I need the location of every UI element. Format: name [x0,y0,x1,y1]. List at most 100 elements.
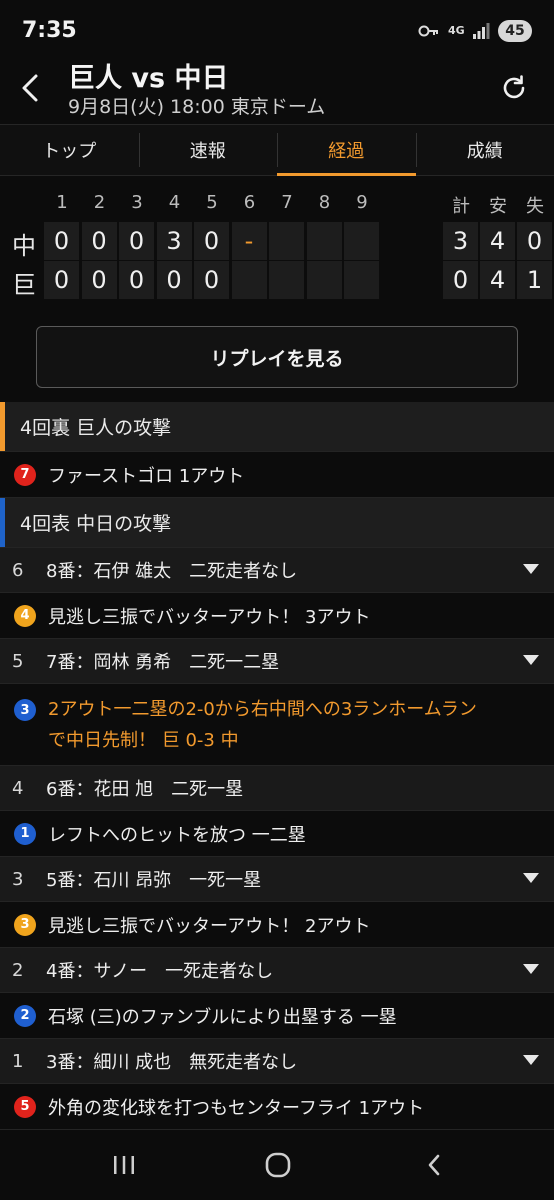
batter-row: 4 6番：花田 旭 二死一塁 [0,766,554,811]
at-bat-number: 4 [12,777,24,799]
back-icon [428,1154,440,1176]
inning-score: 0 [119,261,154,299]
event-text: ファーストゴロ 1アウト [48,465,245,487]
signal-icon [473,23,490,39]
total-score: 0 [517,222,552,260]
pitch-count-badge: 5 [14,1095,36,1118]
tab-stats[interactable]: 成績 [415,125,554,175]
inning-header: 3 [131,192,143,213]
recent-apps-icon [114,1156,134,1174]
at-bat-number: 5 [12,650,24,672]
home-button[interactable] [258,1148,298,1182]
game-info: 9月8日(火) 18:00 東京ドーム [68,96,326,118]
at-bat-number: 6 [12,559,24,581]
total-score: 0 [443,261,478,299]
vpn-key-icon [418,25,438,37]
home-run-event: 3 2アウト一二塁の2-0から右中間への3ランホームラン で中日先制！ 巨 0-3 … [0,684,554,766]
play-event: 7 ファーストゴロ 1アウト [0,452,554,498]
replay-button[interactable]: リプレイを見る [36,326,518,388]
total-score: 4 [480,222,515,260]
inning-header: 1 [56,192,68,213]
inning-score [231,261,267,299]
section-title: 4回裏 巨人の攻撃 [20,417,172,439]
total-score: 4 [480,261,515,299]
inning-header: 9 [356,192,368,213]
inning-score: 3 [156,222,192,260]
batter-label: 8番：石伊 雄太 二死走者なし [46,561,298,582]
totals-header: 計 [452,196,470,217]
batter-row[interactable]: 2 4番：サノー 一死走者なし [0,948,554,993]
at-bat-number: 1 [12,1050,24,1072]
inning-score: 0 [44,261,79,299]
team-color-bar [0,402,5,451]
inning-score [344,261,379,299]
event-text: 2アウト一二塁の2-0から右中間への3ランホームラン で中日先制！ 巨 0-3 中 [48,694,477,756]
tab-bar: トップ 速報 経過 成績 [0,124,554,176]
pitch-count-badge: 3 [14,913,36,936]
inning-section-header: 4回表 中日の攻撃 [0,498,554,548]
event-text: レフトへのヒットを放つ 一二塁 [48,824,306,846]
back-button[interactable] [14,70,46,106]
inning-score: 0 [194,261,229,299]
totals-header: 失 [526,196,544,217]
inning-score: 0 [194,222,229,260]
batter-row[interactable]: 1 3番：細川 成也 無死走者なし [0,1039,554,1084]
battery-indicator: 45 [498,20,532,42]
batter-label: 7番：岡林 勇希 二死一二塁 [46,652,280,673]
scoreboard: 123456789計安失中00030-340巨00000041 [0,186,554,304]
refresh-icon[interactable] [500,74,528,102]
inning-header: 6 [243,192,256,213]
triangle-down-icon[interactable] [522,871,540,885]
inning-score: 0 [44,222,79,260]
inning-score: - [231,222,267,260]
total-score: 3 [443,222,478,260]
triangle-down-icon[interactable] [522,653,540,667]
status-icons: 4G 45 [418,20,532,42]
inning-score [306,261,342,299]
tab-live[interactable]: 速報 [138,125,278,175]
triangle-down-icon[interactable] [522,962,540,976]
inning-score [306,222,342,260]
pitch-count-badge: 2 [14,1004,36,1027]
batter-label: 3番：細川 成也 無死走者なし [46,1052,298,1073]
play-event: 1 レフトへのヒットを放つ 一二塁 [0,811,554,857]
play-event: 3 見逃し三振でバッターアウト！ 2アウト [0,902,554,948]
navigation-bar [0,1130,554,1200]
totals-header: 安 [489,196,507,217]
inning-score: 0 [81,222,117,260]
event-text: 見逃し三振でバッターアウト！ 3アウト [48,606,371,628]
home-icon [265,1152,291,1178]
inning-header: 7 [281,192,293,213]
event-text-line: 2アウト一二塁の2-0から右中間への3ランホームラン [48,699,477,720]
header: 巨人 vs 中日 9月8日(火) 18:00 東京ドーム [0,52,554,124]
recent-apps-button[interactable] [104,1148,144,1182]
page-title: 巨人 vs 中日 [68,63,229,94]
batter-row[interactable]: 3 5番：石川 昂弥 一死一塁 [0,857,554,902]
batter-row[interactable]: 5 7番：岡林 勇希 二死一二塁 [0,639,554,684]
inning-score [344,222,379,260]
event-text: 石塚 (三)のファンブルにより出塁する 一塁 [48,1006,397,1028]
play-event: 5 外角の変化球を打つもセンターフライ 1アウト [0,1084,554,1130]
team-abbrev: 巨 [12,271,36,299]
triangle-down-icon[interactable] [522,562,540,576]
batter-label: 6番：花田 旭 二死一塁 [46,779,244,800]
inning-score: 0 [81,261,117,299]
inning-score [269,261,304,299]
tab-progress[interactable]: 経過 [277,125,416,176]
team-color-bar [0,498,5,547]
play-by-play-list: 4回裏 巨人の攻撃 7 ファーストゴロ 1アウト 4回表 中日の攻撃 6 8番：石伊 雄太… [0,402,554,1130]
inning-score: 0 [156,261,192,299]
play-event: 4 見逃し三振でバッターアウト！ 3アウト [0,593,554,639]
inning-section-header: 4回裏 巨人の攻撃 [0,402,554,452]
network-label: 4G [448,24,465,37]
batter-row[interactable]: 6 8番：石伊 雄太 二死走者なし [0,548,554,593]
section-title: 4回表 中日の攻撃 [20,513,172,535]
inning-header: 4 [168,192,181,213]
pitch-count-badge: 1 [14,822,36,845]
total-score: 1 [517,261,552,299]
triangle-down-icon[interactable] [522,1053,540,1067]
tab-top[interactable]: トップ [0,125,139,175]
system-back-button[interactable] [414,1148,454,1182]
inning-header: 5 [206,192,218,213]
status-time: 7:35 [22,18,77,43]
